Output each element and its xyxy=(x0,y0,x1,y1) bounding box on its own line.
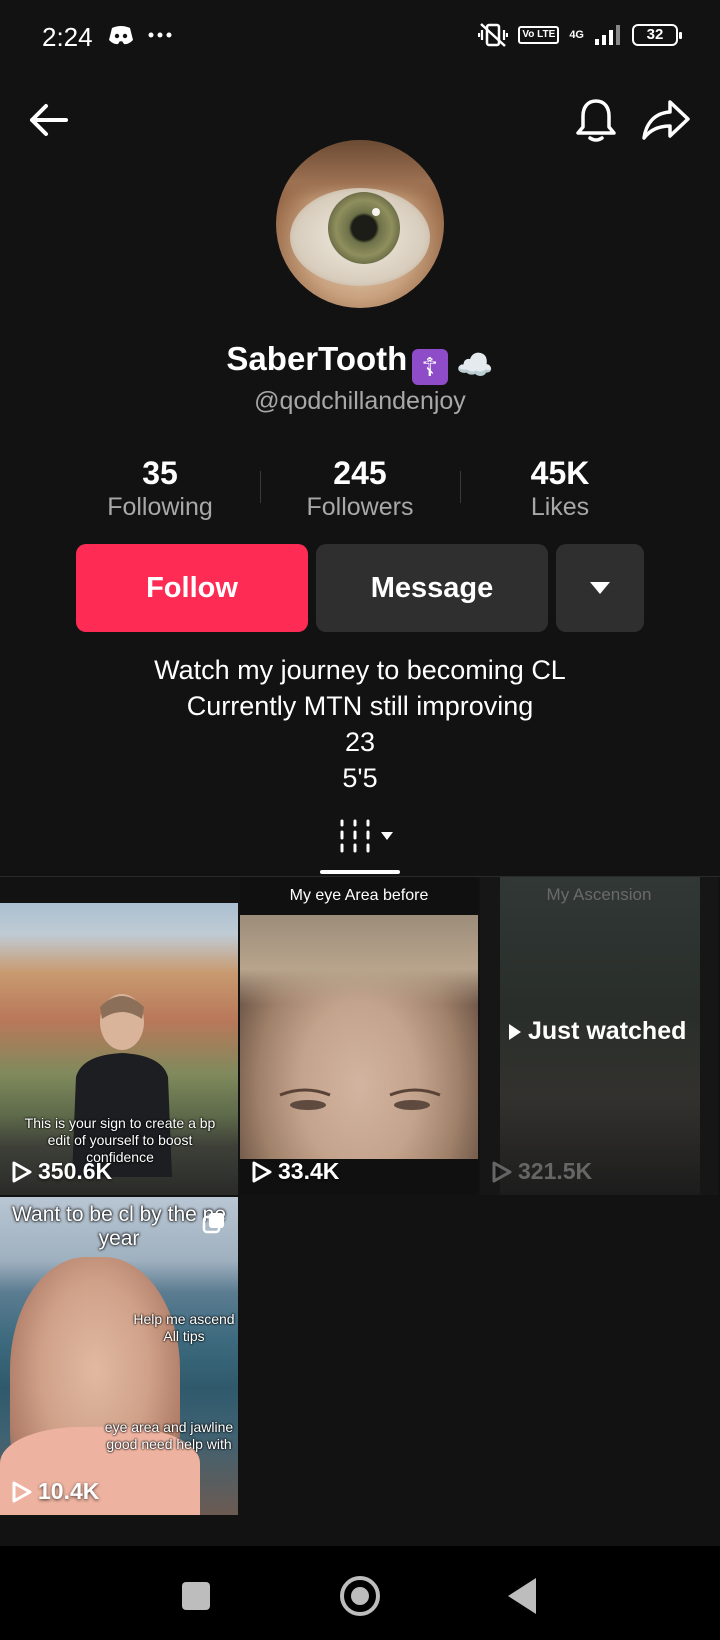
status-time: 2:24 xyxy=(42,22,93,52)
status-bar: 2:24 Vo LTE 4G 32 xyxy=(0,0,720,80)
view-count-label: 33.4K xyxy=(278,1158,340,1184)
stat-following[interactable]: 35 Following xyxy=(60,455,260,525)
video-caption: eye area and jawline good need help with xyxy=(104,1419,234,1452)
video-title: My Ascension xyxy=(546,885,652,904)
status-notification-icons xyxy=(108,24,172,46)
tab-caret-icon xyxy=(381,832,393,840)
profile-name: SaberTooth xyxy=(226,340,408,377)
network-type: 4G xyxy=(569,29,584,41)
home-button[interactable] xyxy=(340,1576,380,1616)
stat-followers[interactable]: 245 Followers xyxy=(260,455,460,525)
profile-name-row: SaberTooth ☦ ☁️ xyxy=(0,340,720,385)
content-tabs xyxy=(0,812,720,876)
profile-avatar[interactable] xyxy=(276,140,444,308)
back-arrow-icon[interactable] xyxy=(26,98,70,142)
play-icon xyxy=(12,1481,32,1502)
cloud-emoji: ☁️ xyxy=(456,349,494,383)
orthodox-cross-emoji: ☦ xyxy=(411,349,448,385)
profile-handle: @qodchillandenjoy xyxy=(254,387,466,415)
status-system-icons: Vo LTE 4G 32 xyxy=(478,22,682,48)
video-tile[interactable]: Want to be cl by the ne year Help me asc… xyxy=(0,1197,238,1515)
suggested-accounts-button[interactable] xyxy=(556,544,644,632)
signal-icon xyxy=(595,25,620,45)
avatar-glint xyxy=(372,208,380,216)
videos-grid-icon xyxy=(340,819,370,853)
caret-down-icon xyxy=(590,582,610,594)
profile-bio: Watch my journey to becoming CL Currentl… xyxy=(0,652,720,796)
play-icon xyxy=(252,1161,272,1182)
active-tab-indicator xyxy=(320,870,400,874)
just-watched-label: Just watched xyxy=(508,1017,686,1046)
play-icon xyxy=(492,1161,512,1182)
bell-icon[interactable] xyxy=(572,96,620,144)
view-count-label: 350.6K xyxy=(38,1158,113,1184)
view-count: 10.4K xyxy=(12,1478,99,1505)
system-nav-bar xyxy=(0,1546,720,1640)
stat-value: 245 xyxy=(333,455,387,491)
bio-line: Currently MTN still improving xyxy=(186,691,534,721)
stat-value: 35 xyxy=(142,455,178,491)
video-thumbnail-hair xyxy=(240,915,478,1005)
view-count: 33.4K xyxy=(252,1158,339,1185)
tile-top-bar xyxy=(0,877,238,903)
stat-label: Likes xyxy=(530,493,590,521)
view-count-label: 10.4K xyxy=(38,1478,100,1504)
discord-icon xyxy=(109,26,133,45)
video-caption: Help me ascend All tips xyxy=(133,1311,235,1344)
vibrate-off-icon xyxy=(478,23,509,47)
volte-badge: Vo LTE xyxy=(518,26,560,44)
just-watched-text: Just watched xyxy=(528,1017,687,1045)
bio-line: 23 xyxy=(344,727,376,757)
recents-button[interactable] xyxy=(182,1582,210,1610)
multiple-images-icon xyxy=(202,1213,224,1234)
avatar-iris xyxy=(328,192,400,264)
video-tile[interactable]: My eye Area before 33.4K xyxy=(240,877,478,1195)
view-count: 321.5K xyxy=(492,1158,592,1185)
video-tile[interactable]: This is your sign to create a bp edit of… xyxy=(0,877,238,1195)
share-icon[interactable] xyxy=(640,96,692,144)
tab-videos[interactable] xyxy=(338,818,394,854)
video-tile[interactable]: My Ascension Just watched 321.5K xyxy=(480,877,718,1195)
stat-label: Followers xyxy=(306,493,414,521)
view-count: 350.6K xyxy=(12,1158,112,1185)
profile-stats: 35 Following 245 Followers 45K Likes xyxy=(60,455,660,525)
stat-likes[interactable]: 45K Likes xyxy=(460,455,660,525)
bio-line: 5'5 xyxy=(342,763,378,793)
view-count-label: 321.5K xyxy=(518,1158,593,1184)
stat-value: 45K xyxy=(530,455,590,491)
battery-indicator: 32 xyxy=(632,24,682,46)
system-back-button[interactable] xyxy=(508,1578,536,1614)
message-button[interactable]: Message xyxy=(316,544,548,632)
video-title: My eye Area before xyxy=(289,887,429,904)
bio-line: Watch my journey to becoming CL xyxy=(154,655,566,685)
play-icon xyxy=(12,1161,32,1182)
more-notifications-icon xyxy=(148,32,172,38)
follow-button[interactable]: Follow xyxy=(76,544,308,632)
stat-label: Following xyxy=(107,493,213,521)
thumbnail-eyes xyxy=(279,1088,441,1110)
play-icon xyxy=(509,1023,521,1040)
